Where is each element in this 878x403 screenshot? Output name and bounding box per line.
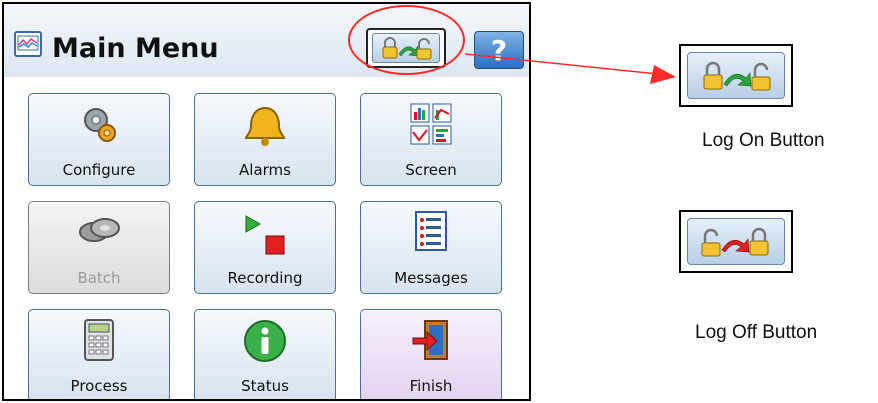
log-on-caption: Log On Button bbox=[702, 130, 825, 151]
log-off-icon bbox=[687, 218, 785, 265]
log-off-button-example bbox=[679, 210, 793, 273]
log-on-button-example bbox=[679, 44, 793, 107]
log-on-icon bbox=[687, 52, 785, 99]
log-off-caption: Log Off Button bbox=[695, 322, 818, 343]
